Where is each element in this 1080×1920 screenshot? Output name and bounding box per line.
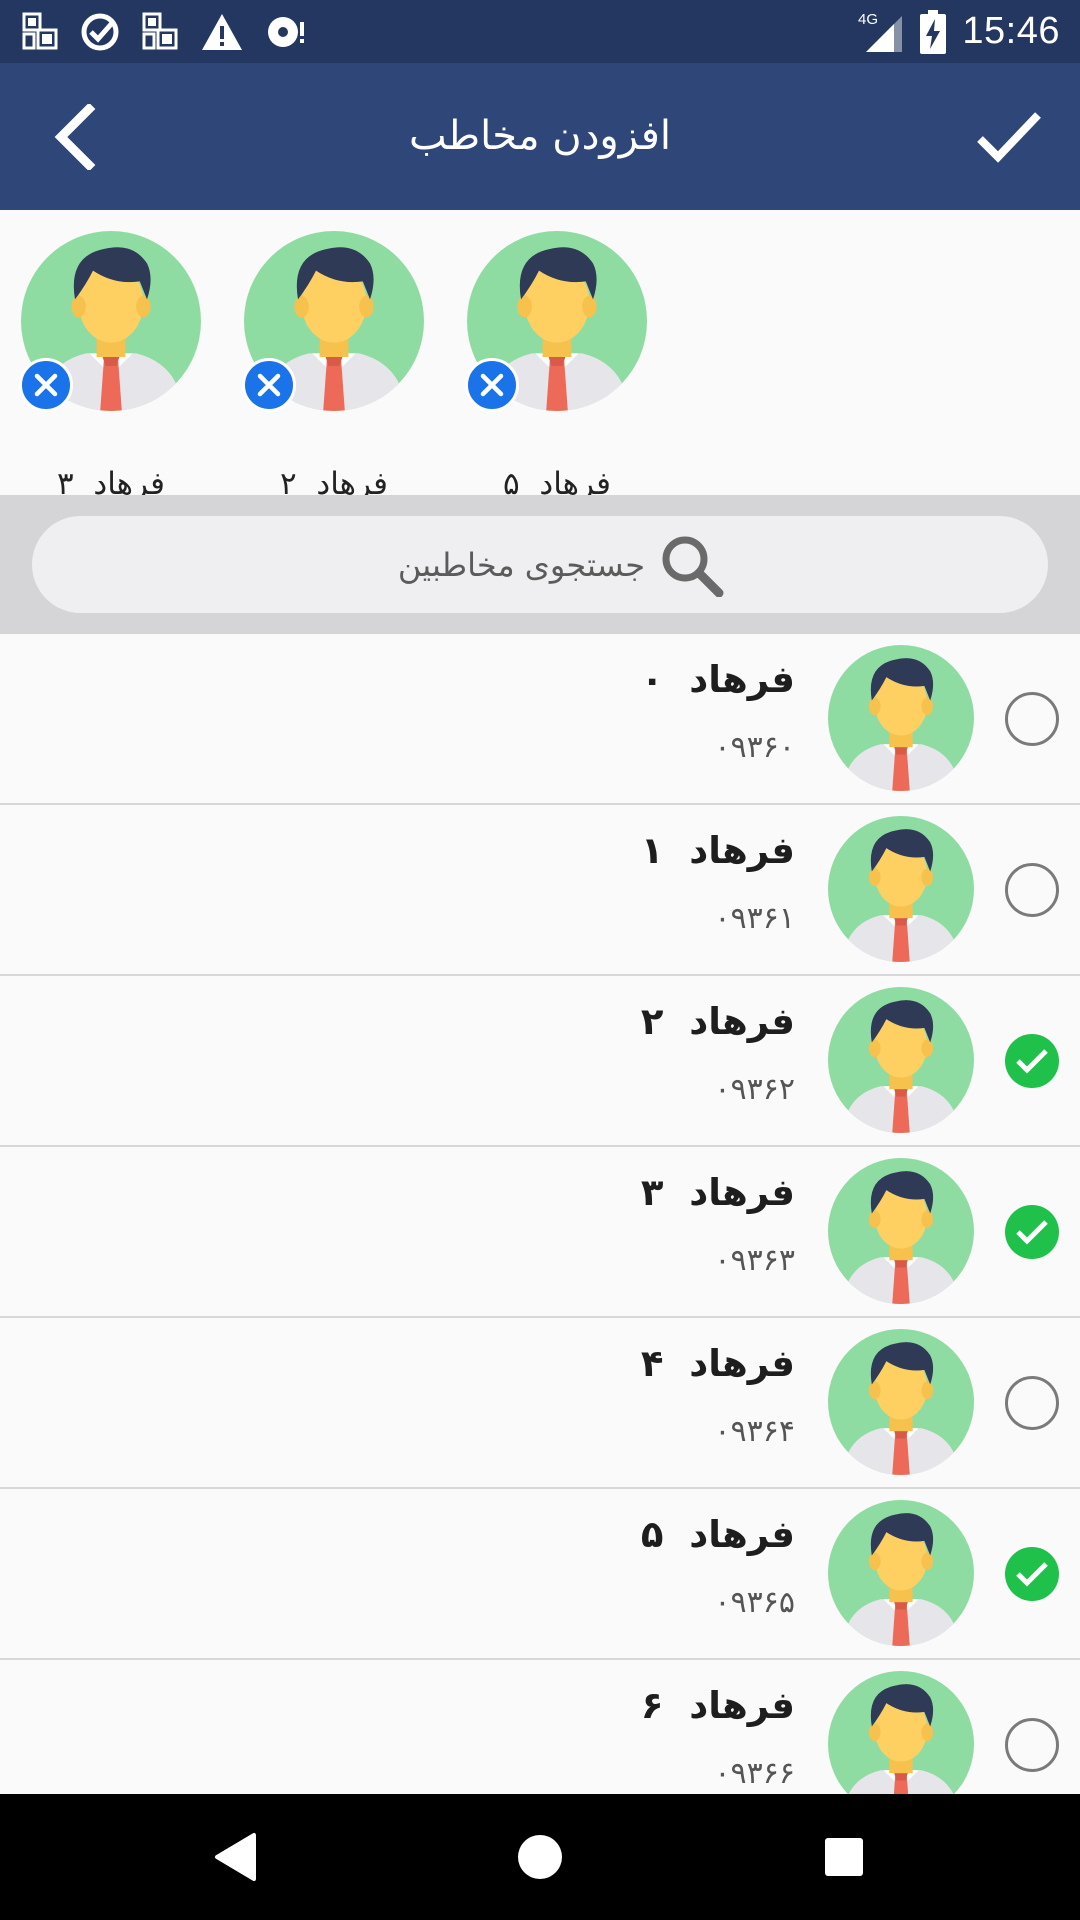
- contact-list: فرهاد ۰ ۰۹۳۶۰ فرهاد ۱ ۰۹۳۶۱ فرهاد ۲ ۰۹۳۶…: [0, 634, 1080, 1794]
- contact-phone: ۰۹۳۶۰: [714, 730, 795, 765]
- avatar: [828, 1500, 974, 1646]
- remove-contact-button[interactable]: [19, 358, 73, 412]
- nav-home-button[interactable]: [507, 1824, 573, 1890]
- contact-name: فرهاد ۱: [640, 829, 795, 872]
- disc-alert-icon: [268, 17, 304, 47]
- search-box[interactable]: [32, 516, 1048, 613]
- check-icon: [1016, 1562, 1048, 1587]
- battery-charging-icon: [920, 9, 947, 54]
- remove-contact-button[interactable]: [242, 358, 296, 412]
- avatar: [828, 1329, 974, 1475]
- avatar: [828, 1158, 974, 1304]
- search-area: [0, 495, 1080, 634]
- check-icon: [977, 112, 1041, 163]
- nav-recents-button[interactable]: [811, 1824, 877, 1890]
- contact-name: فرهاد ۵: [640, 1513, 795, 1556]
- screen: 4G 15:46 افزودن مخاطب فرهاد ۳ فرهاد ۲ فر…: [0, 0, 1080, 1920]
- close-icon: [34, 373, 58, 397]
- contact-row[interactable]: فرهاد ۵ ۰۹۳۶۵: [0, 1489, 1080, 1660]
- select-checkbox-checked[interactable]: [1005, 1034, 1059, 1088]
- selected-contact-chip[interactable]: فرهاد ۲: [242, 231, 424, 502]
- remove-contact-button[interactable]: [465, 358, 519, 412]
- contact-name: فرهاد ۳: [640, 1171, 795, 1214]
- nav-back-button[interactable]: [203, 1824, 269, 1890]
- avatar: [828, 816, 974, 962]
- contact-row[interactable]: فرهاد ۱ ۰۹۳۶۱: [0, 805, 1080, 976]
- app-grid-icon: [22, 12, 58, 50]
- back-triangle-icon: [215, 1833, 256, 1881]
- selected-contact-chip[interactable]: فرهاد ۳: [19, 231, 201, 502]
- contact-name: فرهاد ۰: [640, 658, 795, 701]
- contact-phone: ۰۹۳۶۳: [714, 1243, 795, 1278]
- select-checkbox[interactable]: [1005, 863, 1059, 917]
- contact-phone: ۰۹۳۶۱: [714, 901, 795, 936]
- app-grid-icon: [142, 12, 178, 50]
- page-title: افزودن مخاطب: [408, 113, 672, 159]
- contact-name: فرهاد ۴: [640, 1342, 795, 1385]
- recents-square-icon: [825, 1838, 863, 1876]
- signal-icon: 4G: [858, 11, 903, 52]
- search-icon: [662, 536, 724, 597]
- contact-name: فرهاد ۶: [640, 1684, 795, 1727]
- contact-row[interactable]: فرهاد ۰ ۰۹۳۶۰: [0, 634, 1080, 805]
- select-checkbox[interactable]: [1005, 692, 1059, 746]
- network-type-label: 4G: [858, 11, 878, 28]
- contact-phone: ۰۹۳۶۴: [714, 1414, 795, 1449]
- avatar: [828, 1671, 974, 1794]
- system-status: 4G 15:46: [858, 0, 1060, 63]
- select-checkbox-checked[interactable]: [1005, 1547, 1059, 1601]
- select-checkbox[interactable]: [1005, 1376, 1059, 1430]
- home-circle-icon: [518, 1835, 562, 1879]
- check-icon: [1016, 1220, 1048, 1245]
- search-input[interactable]: [355, 545, 645, 584]
- confirm-button[interactable]: [968, 99, 1050, 175]
- navigation-bar: [0, 1794, 1080, 1920]
- check-icon: [1016, 1049, 1048, 1074]
- contact-row[interactable]: فرهاد ۶ ۰۹۳۶۶: [0, 1660, 1080, 1794]
- select-checkbox-checked[interactable]: [1005, 1205, 1059, 1259]
- notification-icons: [22, 8, 306, 56]
- contact-phone: ۰۹۳۶۵: [714, 1585, 795, 1620]
- close-icon: [480, 373, 504, 397]
- warning-icon: [202, 14, 242, 50]
- status-time: 15:46: [962, 10, 1060, 52]
- status-bar: 4G 15:46: [0, 0, 1080, 63]
- selected-contact-chip[interactable]: فرهاد ۵: [465, 231, 647, 502]
- select-checkbox[interactable]: [1005, 1718, 1059, 1772]
- contact-phone: ۰۹۳۶۲: [714, 1072, 795, 1107]
- selected-contacts: فرهاد ۳ فرهاد ۲ فرهاد ۵: [0, 210, 1080, 502]
- contact-row[interactable]: فرهاد ۴ ۰۹۳۶۴: [0, 1318, 1080, 1489]
- app-bar: افزودن مخاطب: [0, 63, 1080, 210]
- contact-row[interactable]: فرهاد ۳ ۰۹۳۶۳: [0, 1147, 1080, 1318]
- avatar: [828, 987, 974, 1133]
- check-badge-icon: [81, 13, 119, 51]
- contact-name: فرهاد ۲: [640, 1000, 795, 1043]
- contact-row[interactable]: فرهاد ۲ ۰۹۳۶۲: [0, 976, 1080, 1147]
- contact-phone: ۰۹۳۶۶: [714, 1756, 795, 1791]
- close-icon: [257, 373, 281, 397]
- avatar: [828, 645, 974, 791]
